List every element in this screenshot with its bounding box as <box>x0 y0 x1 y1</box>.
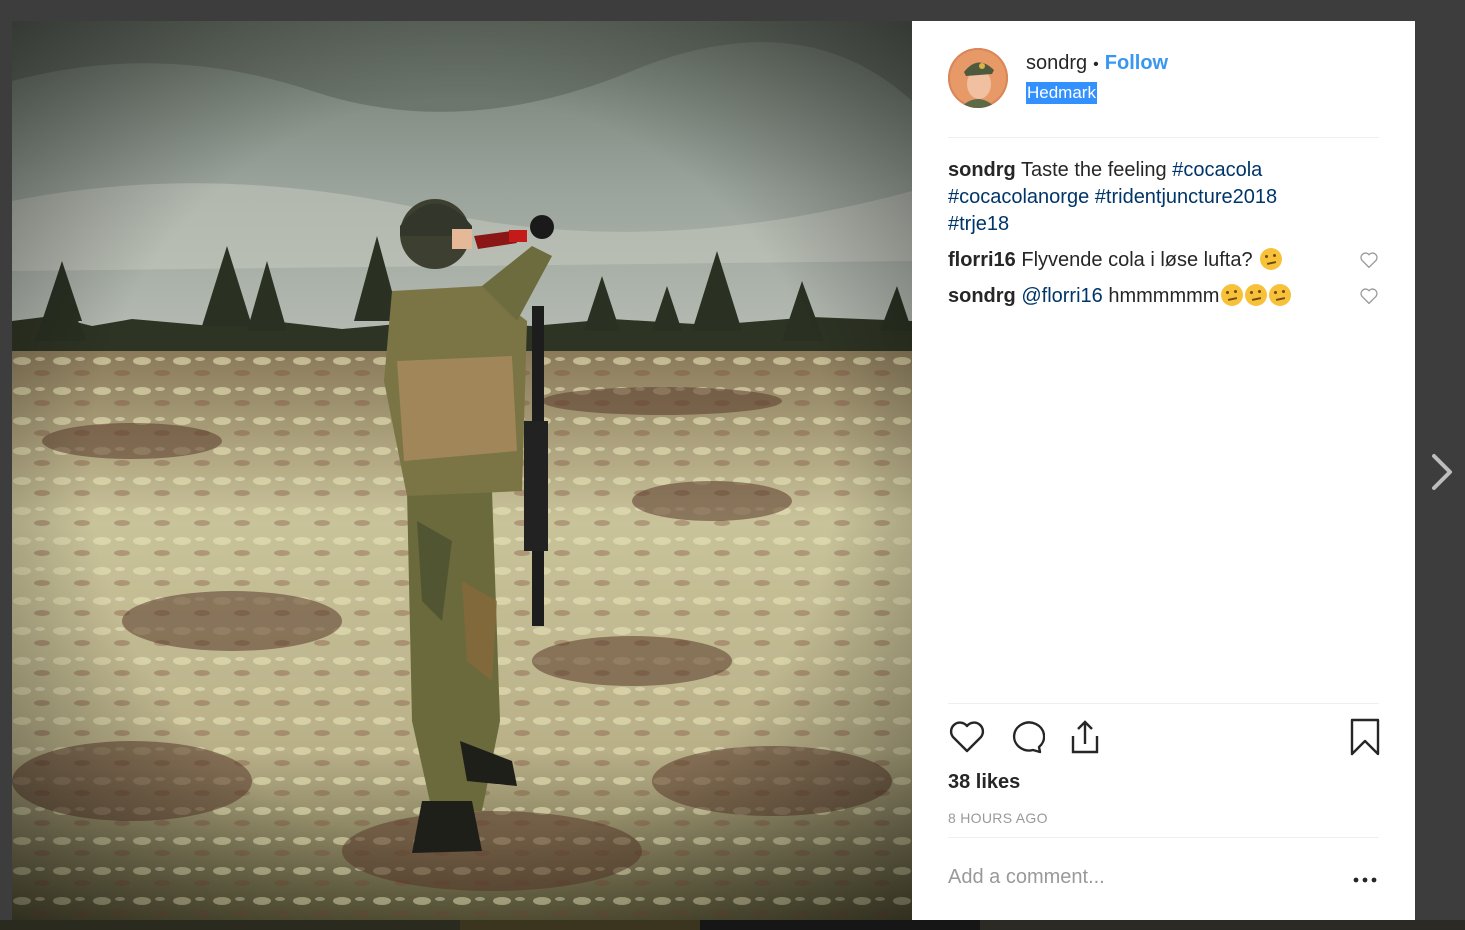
username-line: sondrg • Follow <box>1026 52 1168 75</box>
comment-like-icon[interactable] <box>1359 287 1379 305</box>
speech-bubble-icon[interactable] <box>1007 718 1045 756</box>
caption-text: Taste the feeling <box>1020 159 1167 181</box>
background-feed-strip <box>0 920 1465 930</box>
caption-username[interactable]: sondrg <box>948 159 1016 181</box>
thinking-face-emoji <box>1260 248 1283 270</box>
hashtag-link[interactable]: #trje18 <box>948 213 1009 235</box>
username-link[interactable]: sondrg <box>1026 52 1087 74</box>
share-icon[interactable] <box>1066 718 1104 756</box>
separator-dot: • <box>1093 56 1099 73</box>
add-comment-bar <box>948 837 1379 920</box>
ellipsis-icon[interactable] <box>1351 870 1379 890</box>
thinking-face-emoji <box>1269 284 1292 306</box>
comment-item: florri16 Flyvende cola i løse lufta? <box>948 247 1379 274</box>
post-sidebar: sondrg • Follow Hedmark sondrg Taste the f… <box>912 21 1415 920</box>
hashtag-link[interactable]: #cocacola <box>1172 159 1262 181</box>
comment-like-icon[interactable] <box>1359 251 1379 269</box>
likes-count[interactable]: 38 likes <box>948 771 1020 794</box>
post-timestamp[interactable]: 8 HOURS AGO <box>948 810 1048 826</box>
follow-button[interactable]: Follow <box>1105 52 1168 74</box>
post-modal: sondrg • Follow Hedmark sondrg Taste the f… <box>12 21 1415 920</box>
post-header: sondrg • Follow Hedmark <box>948 48 1379 138</box>
heart-icon[interactable] <box>948 718 986 756</box>
thinking-face-emoji <box>1245 284 1268 306</box>
comment-username[interactable]: florri16 <box>948 249 1016 271</box>
comment-text: hmmmmmm <box>1108 285 1220 307</box>
comment-text: Flyvende cola i løse lufta? <box>1021 249 1253 271</box>
mention-link[interactable]: @florri16 <box>1021 285 1102 307</box>
hashtag-link[interactable]: #tridentjuncture2018 <box>1095 186 1277 208</box>
caption: sondrg Taste the feeling #cocacola #coca… <box>948 157 1379 238</box>
bookmark-icon[interactable] <box>1346 718 1384 756</box>
chevron-right-icon[interactable] <box>1428 452 1458 492</box>
comment-item: sondrg @florri16 hmmmmmm <box>948 283 1379 310</box>
comment-username[interactable]: sondrg <box>948 285 1016 307</box>
thinking-face-emoji <box>1221 284 1244 306</box>
comments-list: sondrg Taste the feeling #cocacola #coca… <box>948 157 1379 319</box>
post-photo <box>12 21 912 920</box>
avatar[interactable] <box>948 48 1008 108</box>
hashtag-link[interactable]: #cocacolanorge <box>948 186 1089 208</box>
comment-input[interactable] <box>948 866 1328 889</box>
location-link[interactable]: Hedmark <box>1026 82 1097 104</box>
